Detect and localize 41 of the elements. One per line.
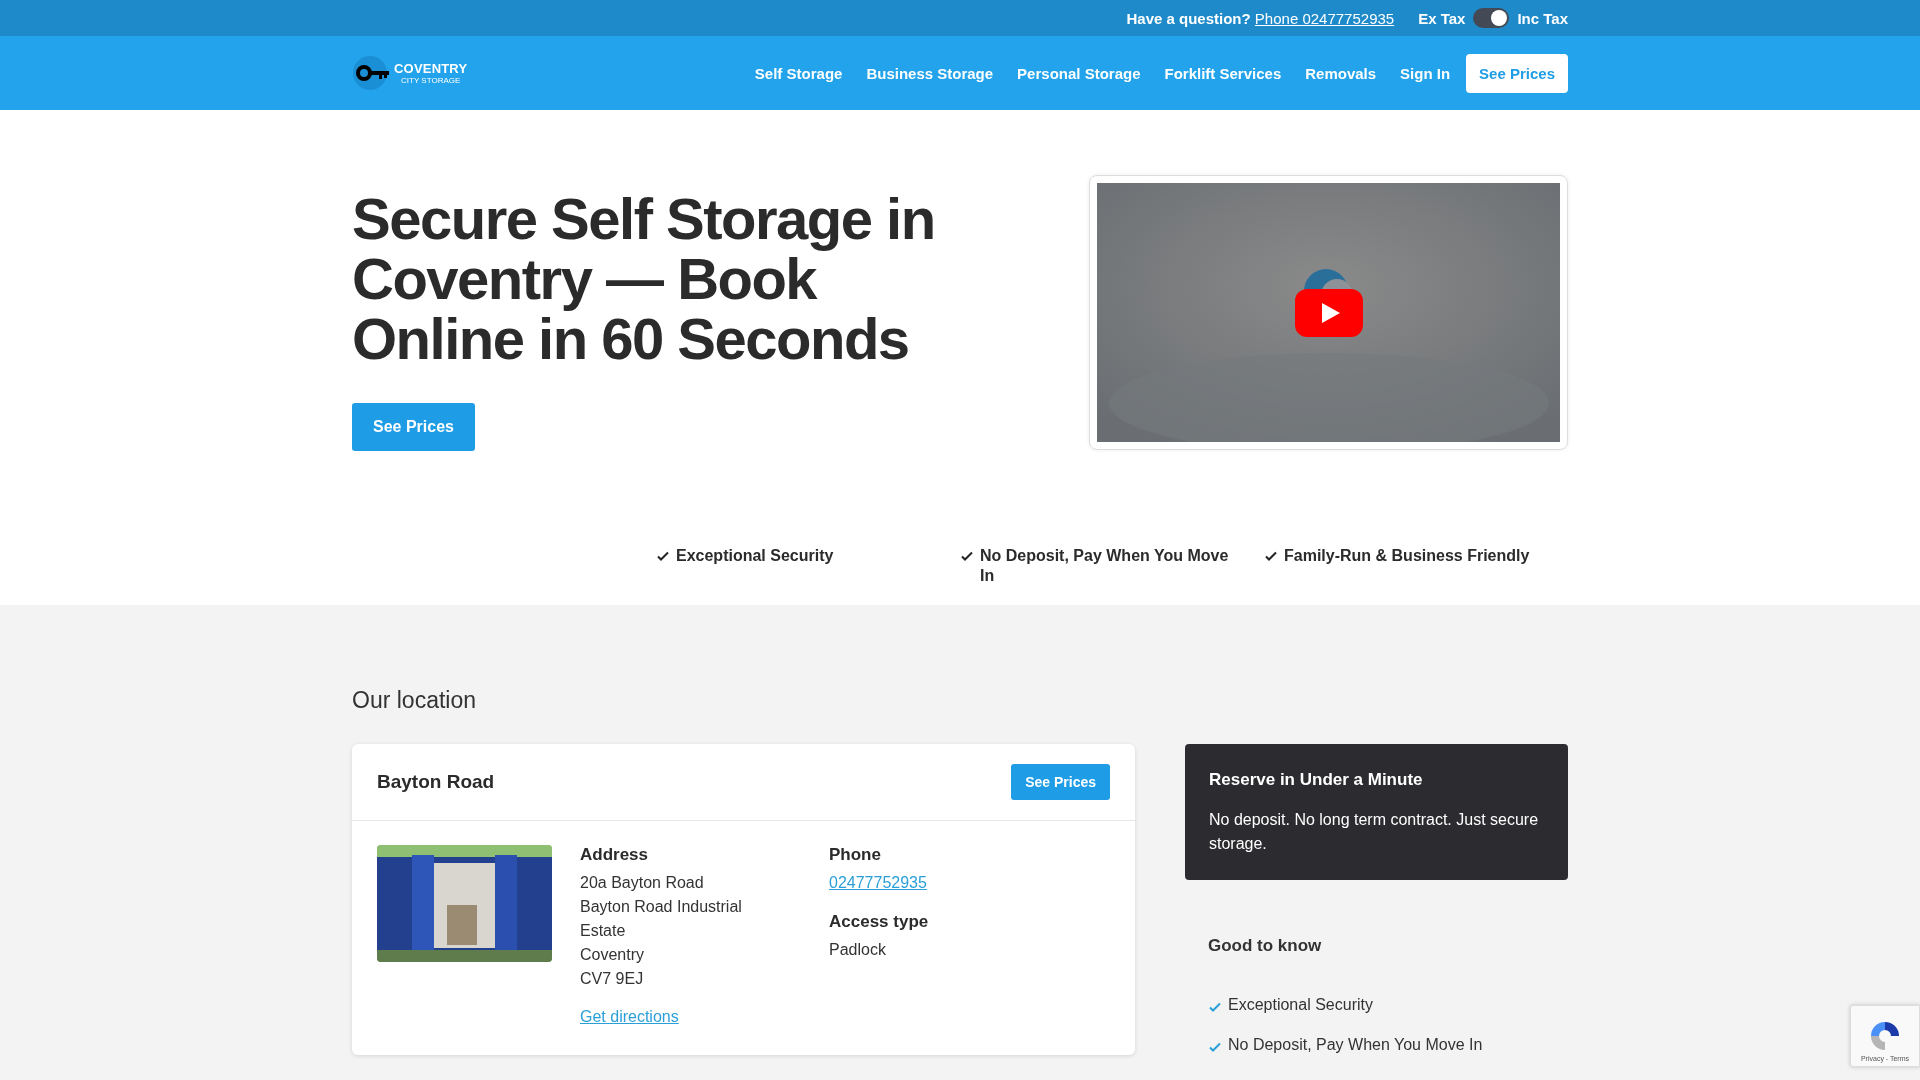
hero-title: Secure Self Storage in Coventry — Book Online in 60 Seconds	[352, 189, 936, 369]
see-prices-button[interactable]: See Prices	[1011, 764, 1110, 800]
reserve-text: No deposit. No long term contract. Just secure storage.	[1209, 810, 1540, 854]
see-prices-button[interactable]: See Prices	[352, 403, 475, 451]
feature-text: No Deposit, Pay When You Move In	[980, 546, 1230, 586]
section-heading: Our location	[352, 687, 477, 714]
field-label: Phone	[829, 845, 882, 865]
access-type: Padlock	[829, 940, 887, 960]
nav-link[interactable]: Self Storage	[754, 64, 843, 82]
nav-link[interactable]: Business Storage	[866, 64, 994, 82]
address-line: Coventry	[580, 945, 646, 965]
logo[interactable]: COVENTRY CITY STORAGE	[352, 55, 468, 91]
feature-text: Exceptional Security	[676, 546, 834, 566]
feature-text: Family-Run & Business Friendly	[1284, 546, 1530, 566]
benefit-text: Exceptional Security	[1228, 996, 1373, 1014]
good-to-know-heading: Good to know	[1208, 936, 1323, 956]
check-icon	[656, 549, 670, 563]
directions-link[interactable]: Get directions	[580, 1005, 679, 1029]
contact-question: Have a question? Phone 02477752935	[1126, 9, 1395, 27]
see-prices-button[interactable]: See Prices	[1466, 53, 1568, 93]
field-label: Address	[580, 845, 650, 865]
nav-link[interactable]: Forklift Services	[1164, 64, 1282, 82]
location-name: Bayton Road	[377, 771, 495, 793]
recaptcha-icon	[1868, 1019, 1902, 1053]
toggle-label: Inc Tax	[1517, 9, 1568, 27]
nav-link[interactable]: Sign In	[1400, 64, 1451, 82]
address-line: CV7 9EJ	[580, 969, 645, 989]
benefit-text: No Deposit, Pay When You Move In	[1228, 1036, 1483, 1054]
address-line: 20a Bayton Road	[580, 873, 705, 893]
reserve-title: Reserve in Under a Minute	[1209, 770, 1424, 790]
play-button-icon[interactable]	[1294, 288, 1363, 337]
check-icon	[1264, 549, 1278, 563]
toggle-label: Ex Tax	[1418, 9, 1466, 27]
phone-link[interactable]: 02477752935	[829, 871, 927, 895]
nav-link[interactable]: Removals	[1305, 64, 1377, 82]
nav-link[interactable]: Personal Storage	[1017, 64, 1141, 82]
address-line: Bayton Road Industrial Estate	[580, 897, 743, 941]
check-icon	[960, 549, 974, 563]
tax-toggle[interactable]	[1473, 8, 1510, 28]
field-label: Access type	[829, 912, 930, 932]
phone-link[interactable]: Phone 02477752935	[1254, 9, 1395, 27]
